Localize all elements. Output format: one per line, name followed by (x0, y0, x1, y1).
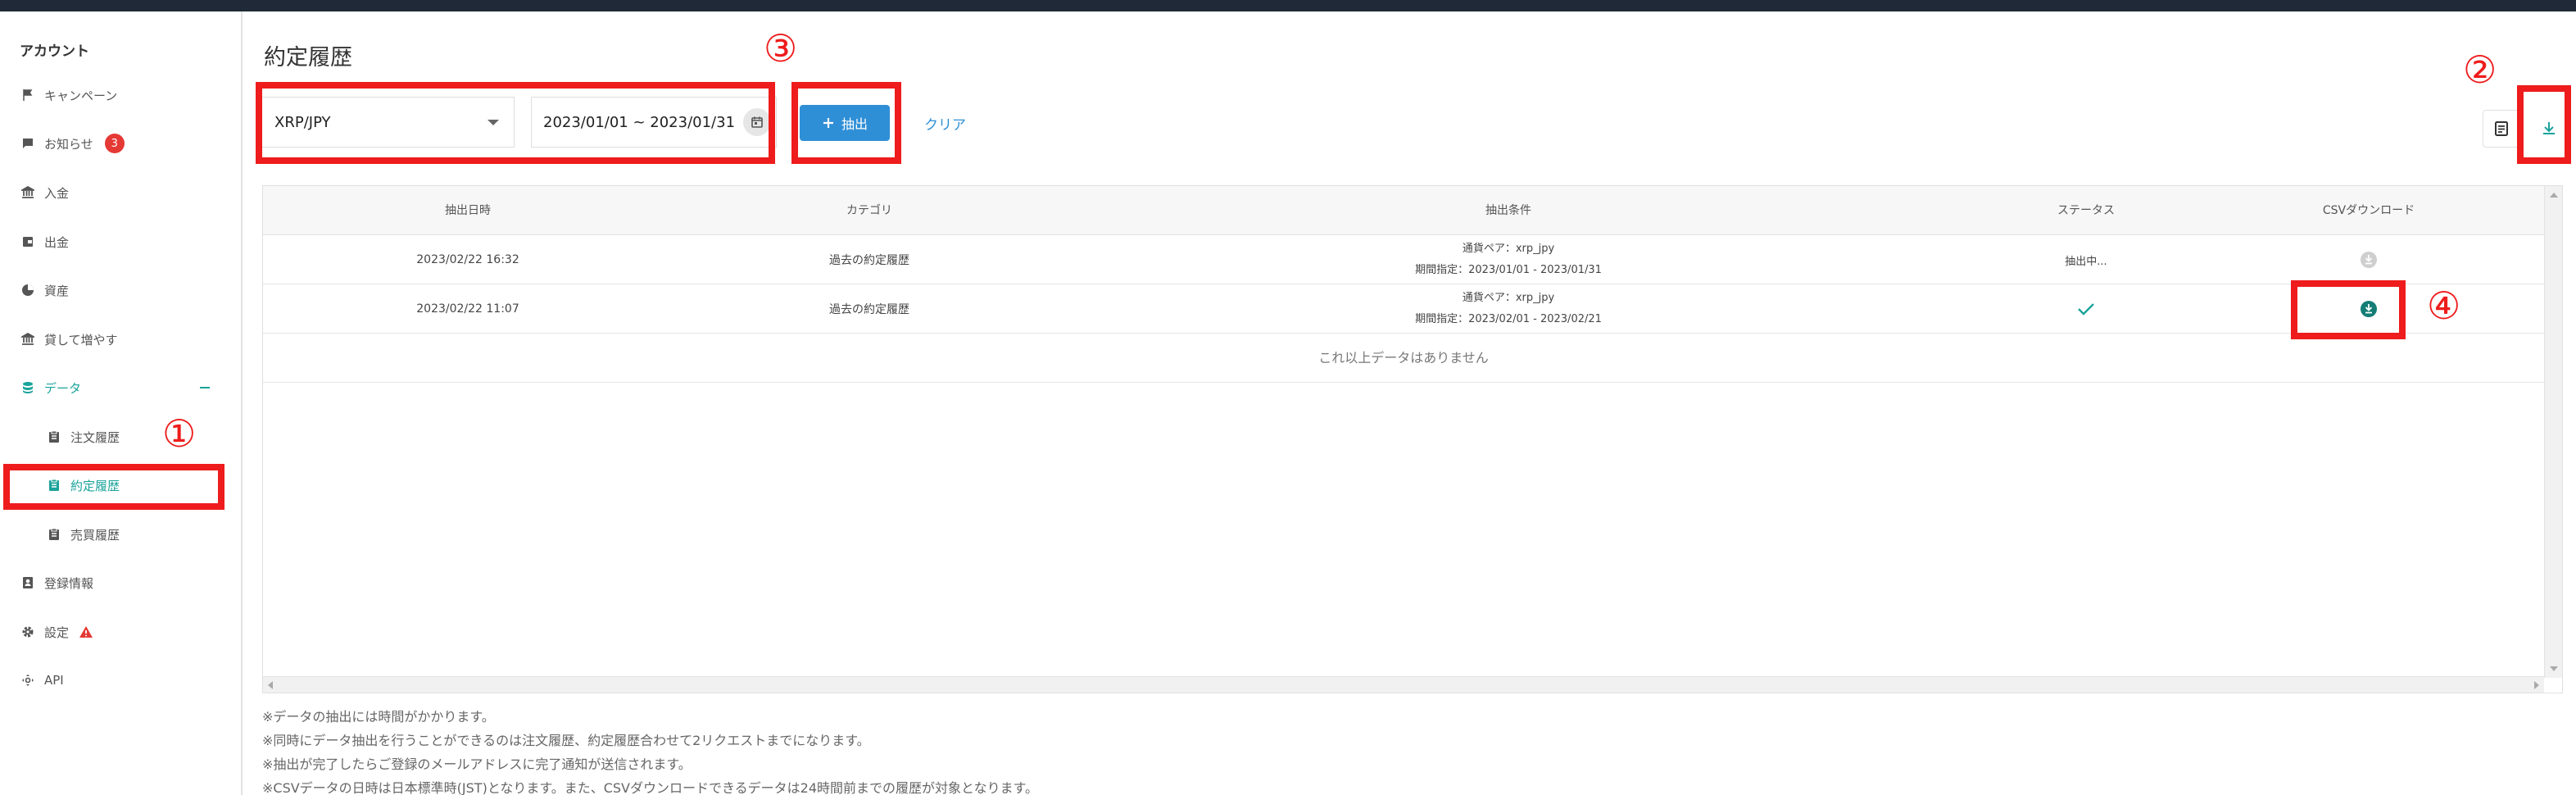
checkmark-icon (2078, 303, 2094, 316)
annotation-number-2: ② (2463, 48, 2497, 92)
table-header: 抽出日時 カテゴリ 抽出条件 ステータス CSVダウンロード (263, 186, 2544, 235)
note-line: ※同時にデータ抽出を行うことができるのは注文履歴、約定履歴合わせて2リクエストま… (262, 733, 870, 748)
sidebar: アカウント キャンペーン お知らせ 3 入金 出金 資産 貸して増やす データ … (0, 11, 243, 795)
sidebar-item-sales-history[interactable]: 売買履歴 (46, 518, 251, 551)
sidebar-item-label: 出金 (44, 234, 70, 250)
scroll-left-icon[interactable] (268, 681, 273, 689)
annotation-number-4: ④ (2427, 284, 2461, 328)
clipboard-icon (46, 526, 62, 543)
sidebar-item-order-history[interactable]: 注文履歴 (46, 420, 251, 453)
download-disabled-icon (2361, 252, 2377, 268)
highlight-download-button (2517, 85, 2571, 164)
flag-icon (20, 87, 36, 103)
id-card-icon (20, 575, 36, 591)
database-icon (20, 379, 36, 396)
cell-category: 過去の約定履歴 (829, 254, 909, 267)
highlight-trade-history (3, 464, 224, 510)
column-header: カテゴリ (846, 204, 892, 217)
note-line: ※CSVデータの日時は日本標準時(JST)となります。また、CSVダウンロードで… (262, 780, 1038, 795)
sidebar-item-api[interactable]: API (20, 664, 224, 697)
message-icon (20, 135, 36, 152)
condition-pair: 通貨ペア：xrp_jpy (1462, 243, 1555, 255)
bank-icon (20, 331, 36, 348)
column-header: ステータス (2057, 204, 2115, 217)
sidebar-item-settings[interactable]: 設定 (20, 616, 224, 648)
gear-icon (20, 624, 36, 640)
scroll-up-icon[interactable] (2550, 193, 2558, 198)
scroll-down-icon[interactable] (2550, 666, 2558, 671)
cell-status (1951, 284, 2221, 334)
table-row: 2023/02/22 16:32 過去の約定履歴 通貨ペア：xrp_jpy 期間… (263, 235, 2544, 284)
notification-badge: 3 (104, 134, 125, 153)
document-button[interactable] (2483, 110, 2520, 148)
clipboard-icon (46, 429, 62, 445)
sidebar-item-assets[interactable]: 資産 (20, 274, 224, 307)
sidebar-item-deposit[interactable]: 入金 (20, 176, 224, 209)
api-icon (20, 672, 36, 688)
column-header: 抽出条件 (1485, 204, 1531, 217)
sidebar-item-data[interactable]: データ (20, 371, 224, 404)
condition-period: 期間指定：2023/01/01 - 2023/01/31 (1415, 264, 1602, 276)
clear-link[interactable]: クリア (924, 113, 966, 134)
condition-pair: 通貨ペア：xrp_jpy (1462, 292, 1555, 304)
vertical-scrollbar[interactable] (2544, 186, 2562, 678)
sidebar-item-label: 入金 (44, 185, 70, 201)
sidebar-item-label: API (44, 673, 64, 688)
sidebar-item-campaign[interactable]: キャンペーン (20, 79, 224, 111)
cell-datetime: 2023/02/22 16:32 (416, 253, 519, 266)
highlight-filters (256, 82, 775, 164)
cell-conditions: 通貨ペア：xrp_jpy 期間指定：2023/02/01 - 2023/02/2… (1066, 284, 1951, 334)
scroll-right-icon[interactable] (2534, 681, 2539, 689)
top-bar (0, 0, 2576, 11)
sidebar-item-news[interactable]: お知らせ 3 (20, 127, 224, 160)
cell-status: 抽出中... (2065, 255, 2107, 268)
horizontal-scrollbar[interactable] (263, 676, 2544, 693)
sidebar-item-label: 資産 (44, 283, 70, 298)
collapse-icon[interactable] (200, 387, 210, 388)
sidebar-item-label: キャンペーン (44, 88, 118, 103)
cell-datetime: 2023/02/22 11:07 (416, 302, 519, 316)
highlight-csv-download (2291, 280, 2406, 339)
sidebar-item-registration[interactable]: 登録情報 (20, 566, 224, 599)
wallet-icon (20, 234, 36, 250)
highlight-extract-button (791, 82, 901, 164)
sidebar-item-label: 注文履歴 (70, 429, 120, 445)
sidebar-item-label: 登録情報 (44, 575, 94, 591)
cell-conditions: 通貨ペア：xrp_jpy 期間指定：2023/01/01 - 2023/01/3… (1066, 235, 1951, 284)
sidebar-item-label: 設定 (44, 625, 70, 640)
sidebar-item-label: データ (44, 380, 82, 396)
notes: ※データの抽出には時間がかかります。 ※同時にデータ抽出を行うことができるのは注… (262, 705, 1038, 795)
cell-download (2221, 235, 2516, 284)
sidebar-item-label: 貸して増やす (44, 332, 118, 348)
no-more-data-text: これ以上データはありません (263, 334, 2544, 383)
sidebar-item-label: お知らせ (44, 136, 93, 152)
annotation-number-3: ③ (764, 26, 798, 70)
table-row: 2023/02/22 11:07 過去の約定履歴 通貨ペア：xrp_jpy 期間… (263, 284, 2544, 334)
sidebar-title: アカウント (20, 43, 89, 60)
sidebar-item-lending[interactable]: 貸して増やす (20, 323, 224, 356)
document-icon (2495, 121, 2508, 136)
column-header: CSVダウンロード (2322, 204, 2415, 217)
note-line: ※抽出が完了したらご登録のメールアドレスに完了通知が送信されます。 (262, 756, 692, 772)
warning-icon (79, 625, 93, 638)
bank-icon (20, 184, 36, 201)
page-title: 約定履歴 (264, 45, 352, 70)
note-line: ※データの抽出には時間がかかります。 (262, 709, 495, 725)
sidebar-item-label: 売買履歴 (70, 527, 120, 543)
condition-period: 期間指定：2023/02/01 - 2023/02/21 (1415, 313, 1602, 325)
pie-chart-icon (20, 282, 36, 298)
sidebar-item-withdraw[interactable]: 出金 (20, 225, 224, 258)
annotation-number-1: ① (162, 411, 197, 456)
column-header: 抽出日時 (445, 204, 491, 217)
extraction-table: 抽出日時 カテゴリ 抽出条件 ステータス CSVダウンロード 2023/02/2… (262, 185, 2563, 693)
cell-category: 過去の約定履歴 (829, 303, 909, 316)
